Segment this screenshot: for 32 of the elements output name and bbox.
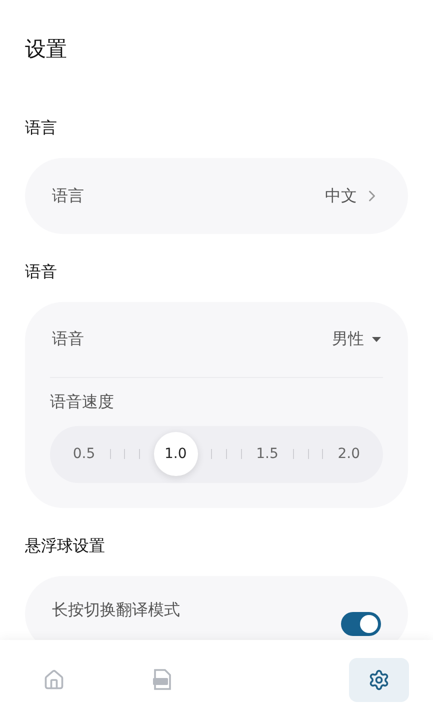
section-heading: 语音 — [25, 260, 58, 282]
page-title: 设置 — [25, 36, 68, 63]
slider-label: 1.5 — [255, 444, 280, 464]
slider-tick — [308, 449, 309, 459]
slider-track[interactable]: 0.5 1.0 1.5 2.0 — [50, 426, 383, 482]
slider-tick — [226, 449, 227, 459]
slider-label: 0.5 — [72, 444, 96, 464]
slider-tick — [322, 449, 324, 459]
nav-tab[interactable] — [348, 658, 409, 702]
slider-label: 2.0 — [336, 444, 361, 464]
home-icon — [43, 668, 66, 690]
slider-tick — [292, 449, 294, 459]
caret-icon — [372, 336, 381, 342]
row-value: 中文 — [325, 184, 357, 206]
row-label: 语音速度 — [50, 390, 115, 412]
row-label: 语音 — [52, 328, 84, 350]
voice-row[interactable]: 语音 男性 — [50, 302, 383, 378]
row-label: 长按切换翻译模式 — [52, 598, 180, 620]
settings-icon — [368, 668, 390, 690]
slider-thumb[interactable]: 1.0 — [154, 432, 198, 476]
section-heading: 悬浮球设置 — [25, 534, 106, 556]
pdf-file-icon — [152, 668, 172, 690]
toggle-switch[interactable] — [341, 612, 381, 636]
row-label: 语言 — [52, 184, 84, 206]
slider-tick — [240, 449, 242, 459]
section-heading: 语言 — [25, 116, 58, 138]
slider-tick — [110, 449, 111, 459]
slider-tick — [138, 449, 140, 459]
slider-tick — [211, 449, 212, 459]
slider-tick — [124, 449, 126, 459]
language-row[interactable]: 语言 中文 — [25, 158, 408, 234]
row-value: 男性 — [332, 328, 364, 350]
